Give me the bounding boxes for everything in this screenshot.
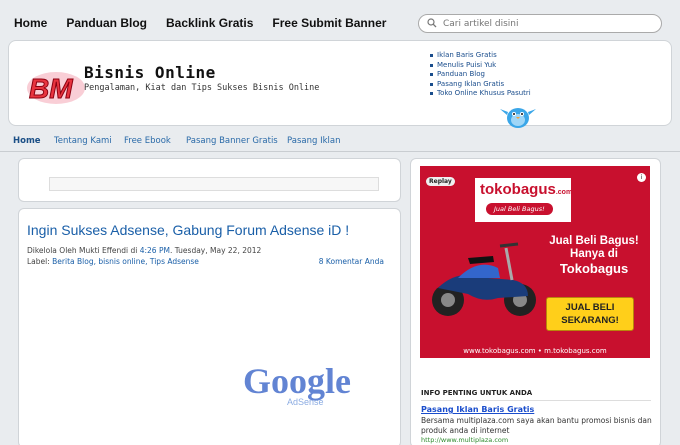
- top-nav-panduan-blog[interactable]: Panduan Blog: [66, 16, 147, 30]
- top-nav-links: Home Panduan Blog Backlink Gratis Free S…: [14, 16, 405, 30]
- empty-widget-slot: [49, 177, 379, 191]
- search-icon: [427, 18, 437, 31]
- info-divider: [421, 400, 651, 401]
- header-link-pasang-iklan[interactable]: Pasang Iklan Gratis: [429, 80, 531, 90]
- header-link-iklan-baris[interactable]: Iklan Baris Gratis: [429, 51, 531, 61]
- subnav-pasang-iklan[interactable]: Pasang Iklan: [287, 136, 340, 146]
- post-title[interactable]: Ingin Sukses Adsense, Gabung Forum Adsen…: [27, 222, 349, 238]
- ad-headline: Jual Beli Bagus! Hanya di: [549, 235, 639, 260]
- post-author: Dikelola Oleh Mukti Effendi di: [27, 246, 140, 255]
- site-header: BM Bisnis Online Pengalaman, Kiat dan Ti…: [8, 40, 672, 128]
- ad-urls: www.tokobagus.com • m.tokobagus.com: [463, 347, 607, 355]
- site-description: Pengalaman, Kiat dan Tips Sukses Bisnis …: [84, 83, 320, 93]
- google-adsense-logo: Google AdSense: [243, 361, 351, 407]
- blog-post: Ingin Sukses Adsense, Gabung Forum Adsen…: [18, 208, 401, 445]
- brand-tagline: Jual Beli Bagus!: [486, 203, 553, 215]
- top-nav-free-submit-banner[interactable]: Free Submit Banner: [272, 16, 386, 30]
- header-links: Iklan Baris Gratis Menulis Puisi Yuk Pan…: [429, 51, 531, 99]
- logo-text: BM: [29, 73, 73, 104]
- sidebar: Replay i tokobagus.com Jual Beli Bagus! …: [410, 158, 661, 445]
- subnav-free-ebook[interactable]: Free Ebook: [124, 136, 171, 146]
- info-heading: INFO PENTING UNTUK ANDA: [421, 389, 533, 397]
- comments-link[interactable]: 8 Komentar Anda: [319, 257, 384, 266]
- post-label-links[interactable]: Berita Blog, bisnis online, Tips Adsense: [52, 257, 199, 266]
- google-logo-text: Google: [243, 361, 351, 401]
- search-input[interactable]: [443, 17, 653, 30]
- subnav-pasang-banner[interactable]: Pasang Banner Gratis: [186, 136, 278, 146]
- scooter-image: [432, 242, 536, 316]
- tokobagus-ad-banner[interactable]: Replay i tokobagus.com Jual Beli Bagus! …: [420, 166, 650, 358]
- top-navigation: Home Panduan Blog Backlink Gratis Free S…: [0, 0, 680, 38]
- post-time[interactable]: 4:26 PM: [140, 246, 170, 255]
- info-link[interactable]: Pasang Iklan Baris Gratis: [421, 405, 534, 414]
- top-nav-home[interactable]: Home: [14, 16, 47, 30]
- twitter-bird-icon[interactable]: [499, 101, 537, 131]
- header-link-menulis-puisi[interactable]: Menulis Puisi Yuk: [429, 61, 531, 71]
- search-box[interactable]: [418, 14, 662, 33]
- header-link-panduan-blog[interactable]: Panduan Blog: [429, 70, 531, 80]
- empty-widget: [18, 158, 401, 202]
- secondary-navigation: Home Tentang Kami Free Ebook Pasang Bann…: [0, 130, 680, 152]
- header-link-toko-online[interactable]: Toko Online Khusus Pasutri: [429, 89, 531, 99]
- info-text: Bersama multiplaza.com saya akan bantu p…: [421, 416, 652, 435]
- adsense-logo-text: AdSense: [287, 397, 324, 407]
- post-date: . Tuesday, May 22, 2012: [169, 246, 262, 255]
- subnav-home[interactable]: Home: [13, 136, 41, 146]
- info-url[interactable]: http://www.multiplaza.com: [421, 436, 508, 444]
- ad-info-icon[interactable]: i: [637, 173, 646, 182]
- subnav-tentang-kami[interactable]: Tentang Kami: [54, 136, 112, 146]
- replay-button[interactable]: Replay: [426, 177, 455, 186]
- ad-brand-big: Tokobagus: [559, 261, 629, 276]
- ad-cta-button[interactable]: JUAL BELI SEKARANG!: [546, 297, 634, 331]
- post-meta: Dikelola Oleh Mukti Effendi di 4:26 PM. …: [27, 246, 261, 255]
- site-logo[interactable]: BM: [25, 67, 87, 107]
- post-labels: Label: Berita Blog, bisnis online, Tips …: [27, 257, 199, 266]
- top-nav-backlink-gratis[interactable]: Backlink Gratis: [166, 16, 253, 30]
- brand-name: tokobagus.com: [480, 181, 573, 198]
- post-labels-prefix: Label:: [27, 257, 53, 266]
- site-title[interactable]: Bisnis Online: [84, 63, 216, 82]
